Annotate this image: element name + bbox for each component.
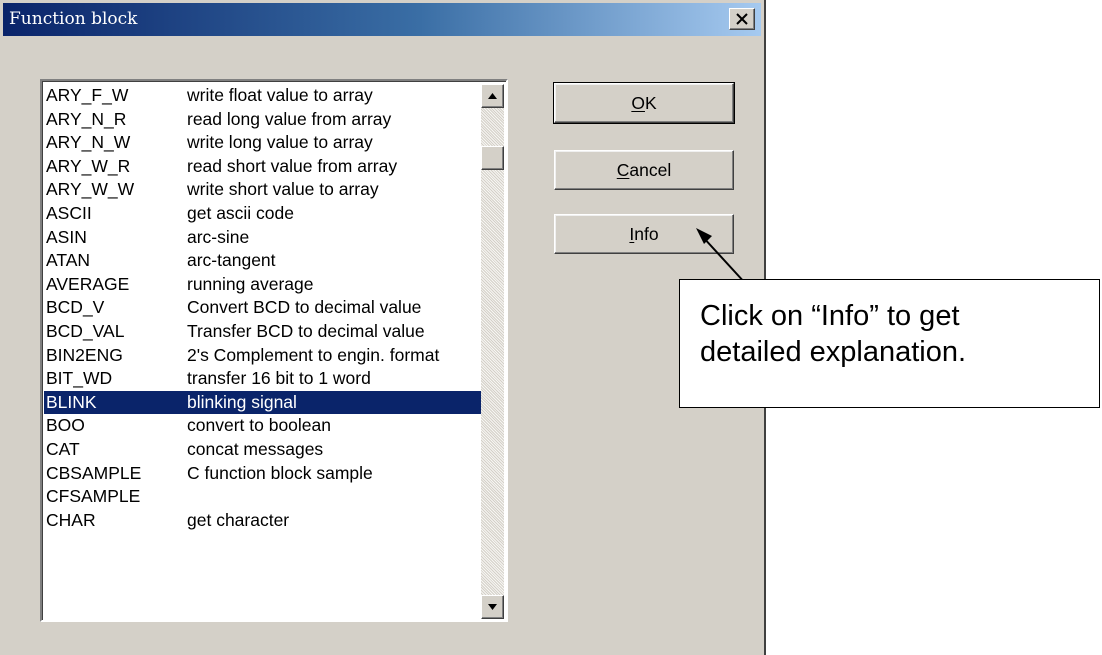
list-item[interactable]: ARY_W_W write short value to array [44,178,485,202]
function-description: read long value from array [187,108,392,129]
ok-mnemonic: O [631,93,645,113]
list-item[interactable]: BCD_V Convert BCD to decimal value [44,296,485,320]
list-item[interactable]: BOO convert to boolean [44,414,485,438]
function-name: ASIN [46,226,87,247]
function-description: Transfer BCD to decimal value [187,320,425,341]
title-bar[interactable]: Function block [3,3,761,36]
function-name: ARY_W_R [46,155,131,176]
list-item[interactable]: AVERAGE running average [44,273,485,297]
function-name: ARY_F_W [46,85,129,105]
scroll-thumb[interactable] [481,146,504,170]
function-name: BIT_WD [46,368,113,389]
function-description: get ascii code [187,202,295,223]
function-name: ARY_N_W [46,132,131,153]
function-description: 2's Complement to engin. format [187,344,440,365]
cancel-mnemonic: C [616,160,630,180]
function-description: arc-sine [187,226,250,247]
list-item[interactable]: CFSAMPLE [44,485,485,509]
function-name: CBSAMPLE [46,462,142,483]
cancel-button[interactable]: Cancel [554,150,734,190]
list-item[interactable]: CBSAMPLE C function block sample [44,462,485,486]
close-icon [736,13,748,25]
cancel-label-rest: ancel [629,160,672,180]
callout-line-2: detailed explanation. [700,336,967,368]
function-description: C function block sample [187,462,373,483]
list-item[interactable]: ATAN arc-tangent [44,249,485,273]
list-item[interactable]: ARY_N_W write long value to array [44,131,485,155]
function-description: convert to boolean [187,415,331,436]
list-item[interactable]: BCD_VAL Transfer BCD to decimal value [44,320,485,344]
vertical-scrollbar[interactable] [481,84,504,619]
arrow-down-icon [488,604,497,610]
function-name: ATAN [46,250,91,271]
function-name: CFSAMPLE [46,486,141,507]
scroll-down-button[interactable] [481,595,504,619]
function-description: get character [187,509,290,530]
list-item[interactable]: CHAR get character [44,509,485,533]
function-name: CAT [46,438,80,459]
function-description: blinking signal [187,391,297,412]
function-name: BCD_V [46,297,105,318]
function-description: arc-tangent [187,250,276,271]
function-name: BLINK [46,391,97,412]
function-name: AVERAGE [46,273,130,294]
scroll-up-button[interactable] [481,84,504,108]
function-name: ARY_W_W [46,179,135,200]
function-description: running average [187,273,314,294]
callout-line-1: Click on “Info” to get [700,300,960,332]
list-item[interactable]: ASIN arc-sine [44,226,485,250]
list-item[interactable]: ARY_F_W write float value to array [44,84,485,108]
function-name: CHAR [46,509,96,530]
function-description: transfer 16 bit to 1 word [187,368,371,389]
list-item[interactable]: ARY_N_R read long value from array [44,108,485,132]
function-name: BOO [46,415,85,436]
function-name: BIN2ENG [46,344,123,365]
callout-box: Click on “Info” to get detailed explanat… [679,279,1100,408]
function-description: write long value to array [187,132,373,153]
list-item[interactable]: BIN2ENG 2's Complement to engin. format [44,344,485,368]
function-block-list[interactable]: ARY_F_W write float value to array ARY_N_R… [40,79,508,622]
arrow-up-icon [488,93,497,99]
function-description: write float value to array [187,85,373,105]
info-label-rest: nfo [634,224,659,244]
dialog-title: Function block [9,9,138,29]
list-rows: ARY_F_W write float value to array ARY_N_R… [44,84,485,532]
function-name: BCD_VAL [46,320,125,341]
list-item[interactable]: BIT_WD transfer 16 bit to 1 word [44,367,485,391]
ok-label-rest: K [644,93,657,113]
list-item[interactable]: ARY_W_R read short value from array [44,155,485,179]
list-item[interactable]: ASCII get ascii code [44,202,485,226]
list-item[interactable]: BLINK blinking signal [44,390,485,415]
function-name: ASCII [46,202,92,223]
list-item[interactable]: CAT concat messages [44,438,485,462]
ok-button[interactable]: OK [553,82,735,124]
function-description: Convert BCD to decimal value [187,297,422,318]
function-description: concat messages [187,438,324,459]
function-description: write short value to array [187,179,379,200]
function-description: read short value from array [187,155,398,176]
function-name: ARY_N_R [46,108,127,129]
function-block-dialog: Function block ARY_F_W write float value … [0,0,766,655]
close-button[interactable] [729,8,755,30]
